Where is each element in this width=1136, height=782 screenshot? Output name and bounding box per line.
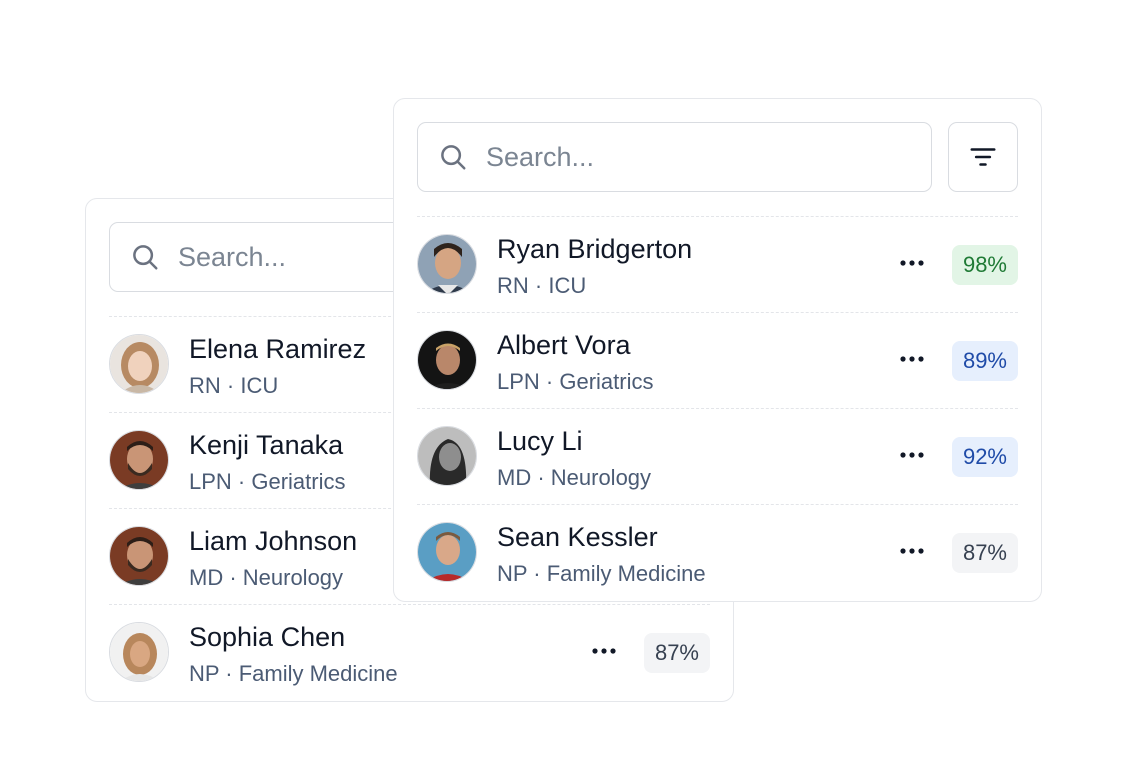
person-role: MD · Neurology xyxy=(189,565,344,590)
match-score-badge: 87% xyxy=(951,533,1018,573)
person-name: Albert Vora xyxy=(497,330,631,360)
person-name: Kenji Tanaka xyxy=(189,430,344,460)
match-score-badge: 92% xyxy=(951,437,1018,477)
list-item[interactable]: Sophia Chen NP · Family Medicine 87% xyxy=(109,604,710,700)
more-options-button[interactable] xyxy=(898,347,926,371)
match-score-badge: 89% xyxy=(951,341,1018,381)
person-name: Sophia Chen xyxy=(189,622,346,652)
search-icon xyxy=(441,145,466,170)
person-role: RN · ICU xyxy=(497,273,587,298)
person-role: LPN · Geriatrics xyxy=(497,369,654,394)
person-role: NP · Family Medicine xyxy=(189,661,398,686)
list-item[interactable]: Lucy Li MD · Neurology 92% xyxy=(417,408,1018,504)
search-input[interactable] xyxy=(484,140,868,174)
avatar xyxy=(109,430,169,490)
avatar xyxy=(109,334,169,394)
person-name: Ryan Bridgerton xyxy=(497,234,693,264)
avatar xyxy=(109,526,169,586)
search-icon xyxy=(133,245,158,270)
avatar xyxy=(417,522,477,582)
avatar xyxy=(417,234,477,294)
person-name: Liam Johnson xyxy=(189,526,358,556)
stage: Elena Ramirez RN · ICU Kenji Tanaka LPN … xyxy=(0,0,1136,782)
more-options-button[interactable] xyxy=(898,443,926,467)
list-item[interactable]: Ryan Bridgerton RN · ICU 98% xyxy=(417,216,1018,312)
person-role: MD · Neurology xyxy=(497,465,652,490)
person-name: Sean Kessler xyxy=(497,522,658,552)
person-name: Lucy Li xyxy=(497,426,583,456)
staff-list-panel-front: Ryan Bridgerton RN · ICU 98% Albert Vora… xyxy=(393,98,1042,602)
match-score-badge: 98% xyxy=(951,245,1018,285)
search-field[interactable] xyxy=(417,122,932,192)
list-item[interactable]: Sean Kessler NP · Family Medicine 87% xyxy=(417,504,1018,600)
more-options-button[interactable] xyxy=(590,639,618,663)
person-role: NP · Family Medicine xyxy=(497,561,706,586)
more-horizontal-icon xyxy=(900,452,924,458)
filter-icon xyxy=(970,148,996,166)
person-role: LPN · Geriatrics xyxy=(189,469,346,494)
more-horizontal-icon xyxy=(900,260,924,266)
search-row xyxy=(417,122,1018,194)
more-horizontal-icon xyxy=(900,356,924,362)
match-score-badge: 87% xyxy=(643,633,710,673)
avatar xyxy=(417,426,477,486)
avatar xyxy=(109,622,169,682)
filter-button[interactable] xyxy=(948,122,1018,192)
more-options-button[interactable] xyxy=(898,539,926,563)
list-item[interactable]: Albert Vora LPN · Geriatrics 89% xyxy=(417,312,1018,408)
staff-list: Ryan Bridgerton RN · ICU 98% Albert Vora… xyxy=(417,216,1018,600)
more-horizontal-icon xyxy=(900,548,924,554)
person-name: Elena Ramirez xyxy=(189,334,367,364)
more-horizontal-icon xyxy=(592,648,616,654)
avatar xyxy=(417,330,477,390)
more-options-button[interactable] xyxy=(898,251,926,275)
person-role: RN · ICU xyxy=(189,373,279,398)
